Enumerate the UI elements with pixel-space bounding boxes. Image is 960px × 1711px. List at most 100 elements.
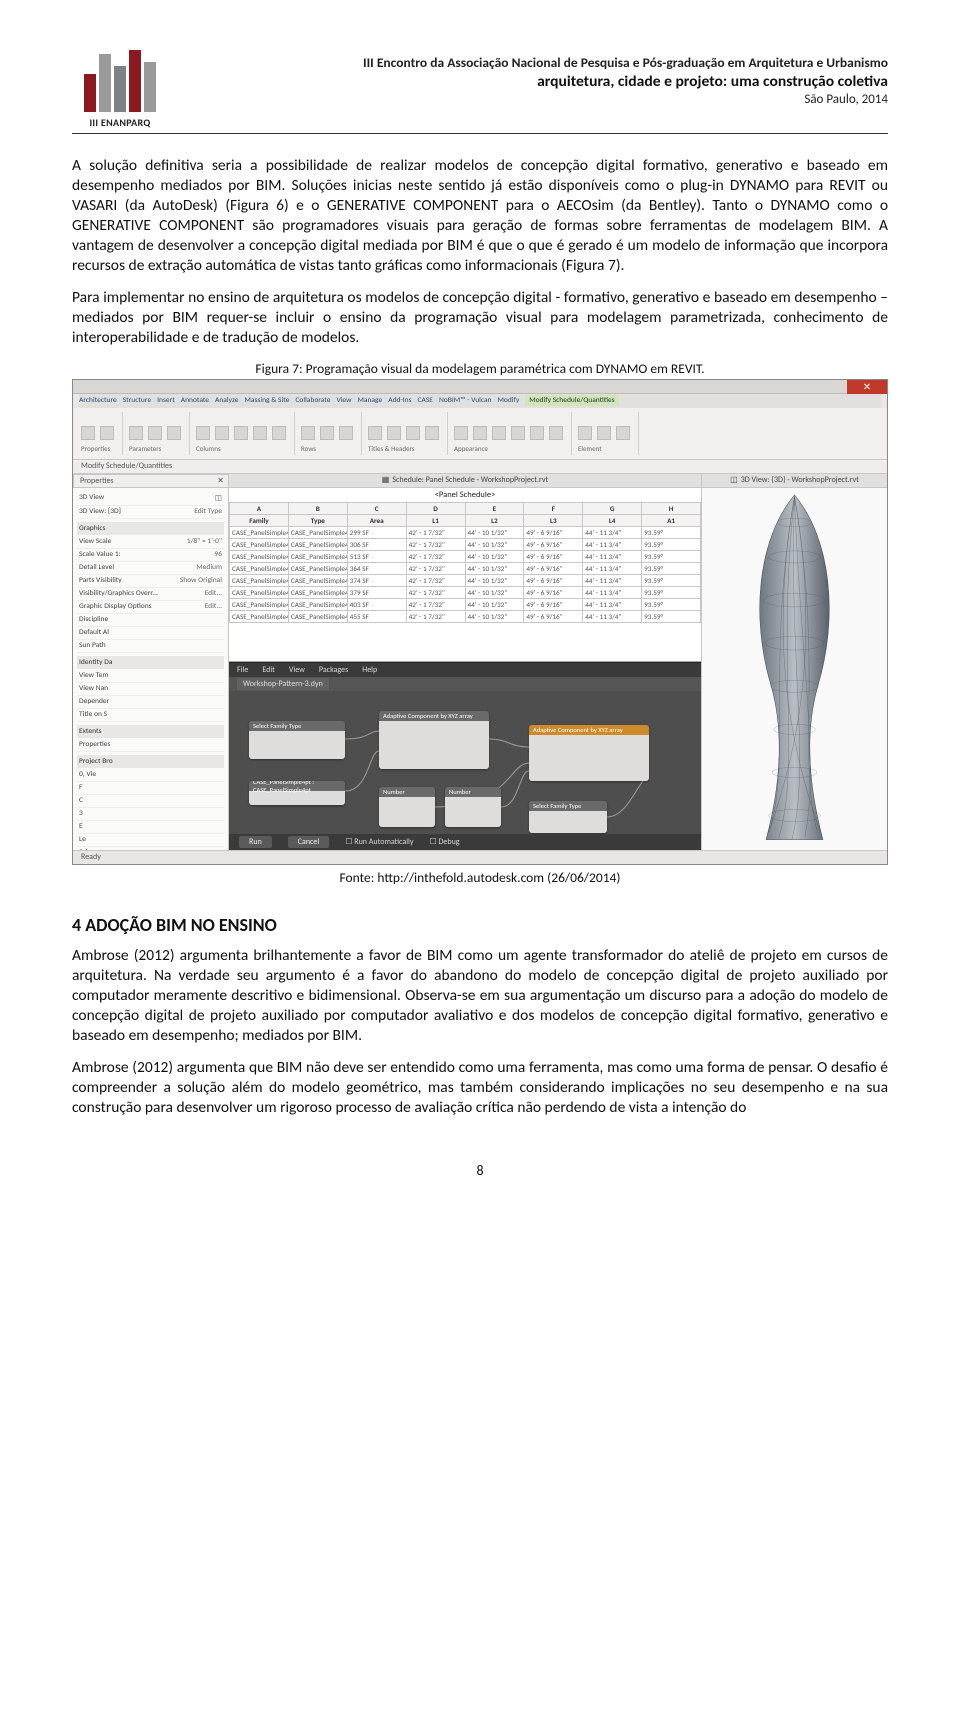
dynamo-canvas[interactable]: Select Family Type CASE_PanelSimple4pt : … bbox=[229, 691, 701, 834]
browser-item[interactable]: E bbox=[77, 821, 224, 834]
ribbon-button-icon[interactable] bbox=[253, 426, 267, 440]
ribbon-button-icon[interactable] bbox=[597, 426, 611, 440]
ribbon-tab[interactable]: View bbox=[336, 396, 351, 405]
table-row[interactable]: CASE_PanelSimple4ptCASE_PanelSimple4pt37… bbox=[230, 586, 701, 598]
table-cell: 44' - 11 3/4" bbox=[583, 526, 642, 538]
ribbon-tab[interactable]: Annotate bbox=[181, 396, 209, 405]
table-row[interactable]: CASE_PanelSimple4ptCASE_PanelSimple4pt40… bbox=[230, 598, 701, 610]
property-row[interactable]: Visibility/Graphics Overr...Edit... bbox=[77, 588, 224, 601]
ribbon-tab[interactable]: NoBIM™ - Vulcan bbox=[439, 396, 492, 405]
dynamo-node[interactable]: Adaptive Component by XYZ array bbox=[379, 711, 489, 769]
browser-item[interactable]: Le bbox=[77, 834, 224, 847]
property-row[interactable]: View Nan bbox=[77, 683, 224, 696]
property-row[interactable]: Properties bbox=[77, 739, 224, 752]
dynamo-menu-item[interactable]: Help bbox=[362, 665, 377, 675]
ribbon-button-icon[interactable] bbox=[320, 426, 334, 440]
dynamo-run-button[interactable]: Run bbox=[239, 836, 272, 848]
dynamo-menu-item[interactable]: Packages bbox=[319, 665, 348, 675]
table-row[interactable]: CASE_PanelSimple4ptCASE_PanelSimple4pt29… bbox=[230, 526, 701, 538]
ribbon-button-icon[interactable] bbox=[616, 426, 630, 440]
ribbon-button-icon[interactable] bbox=[196, 426, 210, 440]
dynamo-file-tab[interactable]: Workshop-Pattern-3.dyn bbox=[237, 678, 329, 690]
section-heading-4: 4 ADOÇÃO BIM NO ENSINO bbox=[72, 914, 888, 936]
ribbon-button-icon[interactable] bbox=[234, 426, 248, 440]
ribbon-button-icon[interactable] bbox=[81, 426, 95, 440]
table-cell: 42' - 1 7/32" bbox=[406, 574, 465, 586]
ribbon-button-icon[interactable] bbox=[549, 426, 563, 440]
ribbon-button-icon[interactable] bbox=[301, 426, 315, 440]
ribbon-button-icon[interactable] bbox=[368, 426, 382, 440]
dynamo-node[interactable]: Adaptive Component by XYZ array bbox=[529, 725, 649, 781]
ribbon-button-icon[interactable] bbox=[454, 426, 468, 440]
dynamo-run-auto-checkbox[interactable]: ☐ Run Automatically bbox=[345, 837, 413, 847]
table-row[interactable]: CASE_PanelSimple4ptCASE_PanelSimple4pt45… bbox=[230, 610, 701, 622]
property-row[interactable]: Depender bbox=[77, 696, 224, 709]
dynamo-node-header: CASE_PanelSimple4pt : CASE_PanelSimple4p… bbox=[249, 781, 345, 791]
ribbon-group: Properties bbox=[79, 412, 123, 455]
dynamo-cancel-button[interactable]: Cancel bbox=[288, 836, 330, 848]
property-row[interactable]: Default Al bbox=[77, 627, 224, 640]
ribbon-tab[interactable]: Insert bbox=[157, 396, 175, 405]
ribbon-button-icon[interactable] bbox=[167, 426, 181, 440]
ribbon-button-icon[interactable] bbox=[272, 426, 286, 440]
close-icon[interactable]: ✕ bbox=[847, 380, 887, 394]
dynamo-menu-item[interactable]: Edit bbox=[262, 665, 275, 675]
dynamo-node[interactable]: Select Family Type bbox=[249, 721, 345, 759]
type-selector[interactable]: 3D View ◫ bbox=[77, 492, 224, 506]
property-row[interactable]: Title on S bbox=[77, 709, 224, 722]
property-row[interactable]: Scale Value 1:96 bbox=[77, 549, 224, 562]
ribbon-group: Appearance bbox=[452, 412, 572, 455]
dynamo-node[interactable]: Number bbox=[379, 787, 435, 827]
schedule-header: L1 bbox=[406, 514, 465, 526]
ribbon-button-icon[interactable] bbox=[215, 426, 229, 440]
ribbon-tab[interactable]: Collaborate bbox=[295, 396, 330, 405]
ribbon-tab[interactable]: Analyze bbox=[215, 396, 238, 405]
table-row[interactable]: CASE_PanelSimple4ptCASE_PanelSimple4pt37… bbox=[230, 574, 701, 586]
property-row[interactable]: Sun Path bbox=[77, 640, 224, 653]
property-row[interactable]: Parts VisibilityShow Original bbox=[77, 575, 224, 588]
browser-item[interactable]: 0, Vie bbox=[77, 769, 224, 782]
ribbon-button-icon[interactable] bbox=[100, 426, 114, 440]
browser-item[interactable]: F bbox=[77, 782, 224, 795]
ribbon-button-icon[interactable] bbox=[511, 426, 525, 440]
property-row[interactable]: Graphic Display OptionsEdit... bbox=[77, 601, 224, 614]
property-row[interactable]: Detail LevelMedium bbox=[77, 562, 224, 575]
dynamo-menu-item[interactable]: View bbox=[289, 665, 305, 675]
table-row[interactable]: CASE_PanelSimple4ptCASE_PanelSimple4pt36… bbox=[230, 562, 701, 574]
ribbon-tab[interactable]: Modify Schedule/Quantities bbox=[525, 395, 618, 406]
property-row[interactable]: View Tem bbox=[77, 670, 224, 683]
edit-type-button[interactable]: Edit Type bbox=[194, 507, 222, 516]
ribbon-button-icon[interactable] bbox=[339, 426, 353, 440]
ribbon-button-icon[interactable] bbox=[148, 426, 162, 440]
ribbon-button-icon[interactable] bbox=[387, 426, 401, 440]
ribbon-tab[interactable]: Add-Ins bbox=[388, 396, 411, 405]
dynamo-node[interactable]: CASE_PanelSimple4pt : CASE_PanelSimple4p… bbox=[249, 781, 345, 805]
ribbon-tab[interactable]: Massing & Site bbox=[244, 396, 289, 405]
table-row[interactable]: CASE_PanelSimple4ptCASE_PanelSimple4pt30… bbox=[230, 538, 701, 550]
ribbon-tab[interactable]: Modify bbox=[498, 396, 520, 405]
ribbon-button-icon[interactable] bbox=[492, 426, 506, 440]
dynamo-menubar: File Edit View Packages Help bbox=[229, 663, 701, 677]
browser-item[interactable]: 3 bbox=[77, 808, 224, 821]
browser-item[interactable]: C bbox=[77, 795, 224, 808]
ribbon-button-icon[interactable] bbox=[129, 426, 143, 440]
dynamo-menu-item[interactable]: File bbox=[237, 665, 248, 675]
conference-name: III Encontro da Associação Nacional de P… bbox=[168, 54, 888, 71]
property-key: View Tem bbox=[79, 671, 108, 680]
property-row[interactable]: Discipline bbox=[77, 614, 224, 627]
ribbon-button-icon[interactable] bbox=[473, 426, 487, 440]
ribbon-button-icon[interactable] bbox=[425, 426, 439, 440]
ribbon-tab[interactable]: Structure bbox=[123, 396, 151, 405]
dynamo-node[interactable]: Number bbox=[445, 787, 501, 827]
ribbon-button-icon[interactable] bbox=[406, 426, 420, 440]
table-row[interactable]: CASE_PanelSimple4ptCASE_PanelSimple4pt51… bbox=[230, 550, 701, 562]
ribbon-button-icon[interactable] bbox=[530, 426, 544, 440]
ribbon-button-icon[interactable] bbox=[578, 426, 592, 440]
close-panel-icon[interactable]: ✕ bbox=[217, 476, 224, 486]
property-row[interactable]: View Scale1/8" = 1'-0" bbox=[77, 536, 224, 549]
ribbon-tab[interactable]: Manage bbox=[357, 396, 382, 405]
ribbon-tab[interactable]: Architecture bbox=[79, 396, 117, 405]
dynamo-debug-checkbox[interactable]: ☐ Debug bbox=[430, 837, 460, 847]
ribbon-tab[interactable]: CASE bbox=[418, 396, 433, 405]
dynamo-node[interactable]: Select Family Type bbox=[529, 801, 607, 833]
